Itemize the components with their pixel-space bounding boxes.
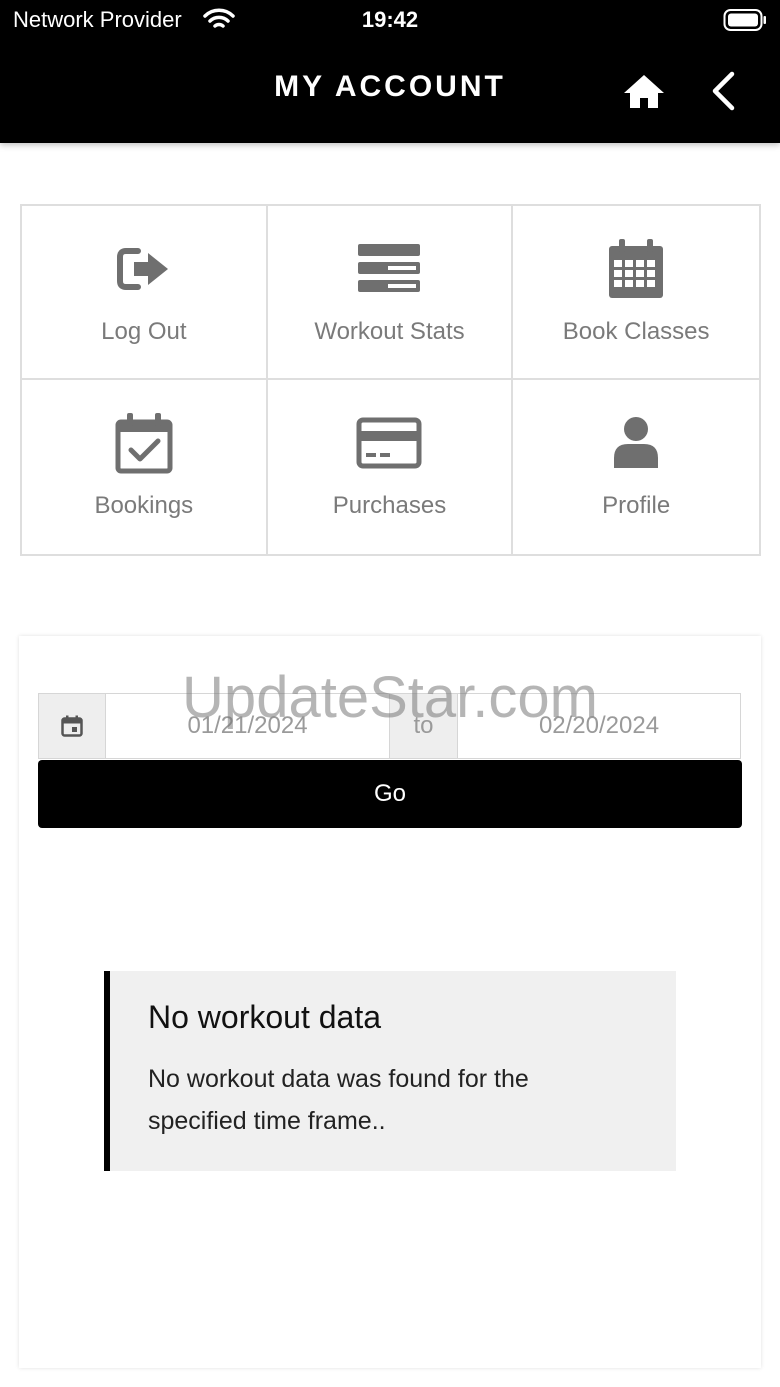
home-icon[interactable]	[622, 72, 666, 110]
battery-icon	[723, 9, 766, 31]
credit-card-icon	[356, 417, 422, 469]
menu-item-profile[interactable]: Profile	[513, 380, 759, 554]
logout-icon	[116, 248, 168, 290]
menu-item-label: Workout Stats	[314, 318, 465, 345]
menu-item-label: Bookings	[94, 492, 194, 519]
menu-item-label: Book Classes	[562, 318, 710, 345]
stats-icon	[358, 244, 421, 292]
calendar-check-icon	[115, 413, 173, 474]
calendar-small-icon	[61, 715, 83, 737]
alert-message: No workout data was found for the specif…	[148, 1065, 529, 1135]
date-separator: to	[389, 694, 458, 758]
alert-title: No workout data	[148, 999, 382, 1035]
menu-item-label: Profile	[602, 492, 671, 519]
menu-item-label: Purchases	[332, 492, 447, 519]
start-date-input[interactable]	[106, 694, 389, 758]
no-data-alert: No workout data No workout data was foun…	[104, 971, 676, 1171]
account-menu-grid: Log Out Workout Stats Book Classes Booki…	[20, 204, 761, 556]
end-date-input[interactable]	[458, 694, 740, 758]
go-button[interactable]: Go	[38, 760, 742, 828]
menu-item-log-out[interactable]: Log Out	[22, 206, 268, 380]
menu-item-bookings[interactable]: Bookings	[22, 380, 268, 554]
menu-item-purchases[interactable]: Purchases	[268, 380, 514, 554]
date-range-selector: to	[38, 693, 741, 759]
user-icon	[614, 417, 659, 468]
date-picker-button[interactable]	[39, 694, 106, 758]
status-time: 19:42	[361, 7, 419, 32]
app-header: Network Provider 19:42 MY ACCOUNT	[0, 0, 780, 143]
menu-item-label: Log Out	[101, 318, 187, 345]
calendar-icon	[609, 239, 664, 298]
menu-item-workout-stats[interactable]: Workout Stats	[267, 206, 514, 380]
menu-item-book-classes[interactable]: Book Classes	[513, 206, 759, 380]
back-chevron-icon[interactable]	[706, 70, 742, 112]
workout-stats-panel: to Go No workout data No workout data wa…	[19, 636, 761, 1368]
